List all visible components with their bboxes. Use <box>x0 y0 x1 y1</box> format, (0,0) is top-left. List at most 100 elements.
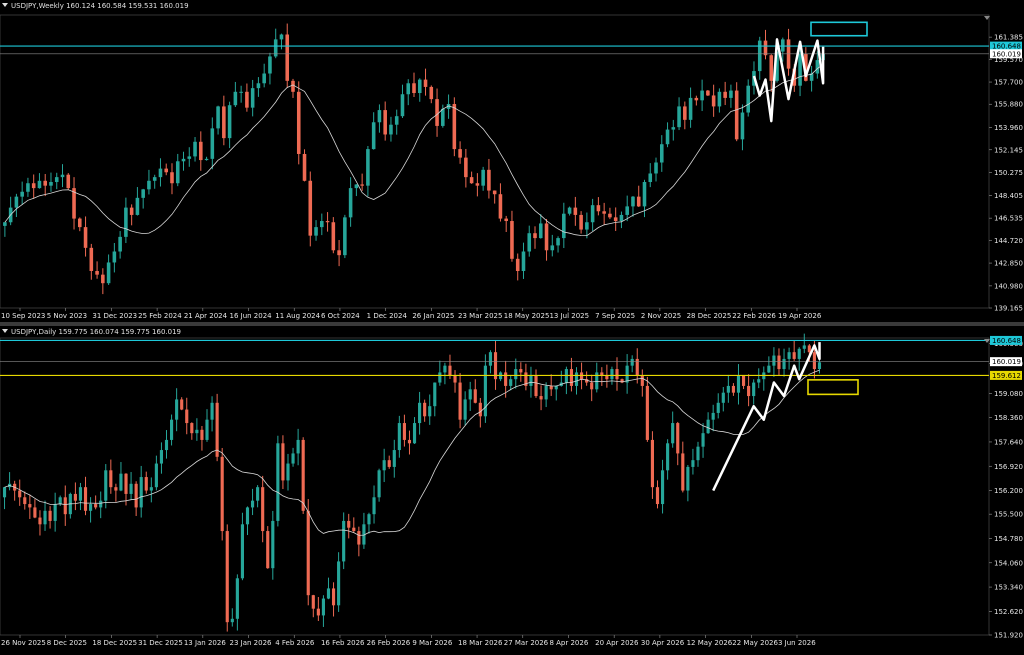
candle-body <box>711 95 716 107</box>
candle-body <box>769 55 774 81</box>
candle-body <box>389 124 393 135</box>
candle-body <box>423 79 428 87</box>
candle-body <box>337 561 341 606</box>
candle-body <box>301 439 305 511</box>
time-tick-label: 20 Apr 2026 <box>595 639 639 647</box>
candle-body <box>169 419 174 440</box>
candle-body <box>38 517 42 525</box>
support-price-tag-label: 159.612 <box>992 372 1021 380</box>
candle-body <box>144 477 148 491</box>
candle-body <box>717 91 722 107</box>
candle-body <box>464 157 468 178</box>
candle-body <box>227 105 232 139</box>
candle-body <box>443 365 447 373</box>
candle-body <box>802 345 806 349</box>
candle-body <box>205 419 209 440</box>
candle-body <box>412 423 417 444</box>
candle-body <box>316 608 320 616</box>
time-tick-label: 19 Apr 2026 <box>778 312 822 320</box>
candle-body <box>106 262 111 284</box>
candle-body <box>337 250 341 256</box>
candle-body <box>417 79 422 94</box>
weekly-chart-pane[interactable]: 161.385 159.570 157.700 155.880 153.960 152.1… <box>0 0 1024 322</box>
candle-body <box>696 446 700 461</box>
zigzag-pattern-drawing <box>712 342 821 492</box>
candle-body <box>37 180 42 189</box>
candle-body <box>590 205 595 223</box>
candle-body <box>326 588 331 599</box>
candle-body <box>193 141 197 157</box>
candle-body <box>797 348 801 359</box>
price-tick-label: 139.165 <box>994 305 1023 313</box>
candle-body <box>94 504 98 508</box>
candle-body <box>509 379 513 386</box>
daily-chart-canvas[interactable]: 160.560159.970159.080158.360157.640156.9… <box>0 326 1024 655</box>
price-tick-label: 154.060 <box>994 559 1023 567</box>
candle-body <box>73 493 77 501</box>
candle-body <box>195 429 199 434</box>
candle-body <box>435 99 439 126</box>
candle-body <box>366 149 370 186</box>
candle-body <box>95 271 99 275</box>
candle-body <box>529 375 533 386</box>
candle-body <box>23 497 27 505</box>
plot-frame <box>0 14 990 309</box>
candle-body <box>14 196 19 208</box>
time-tick-label: 13 Jan 2026 <box>184 639 227 647</box>
candle-body <box>216 106 220 129</box>
candle-body <box>630 358 634 366</box>
candle-body <box>504 372 508 386</box>
candle-body <box>371 122 376 150</box>
candle-body <box>747 385 751 397</box>
candle-body <box>101 274 105 284</box>
candle-body <box>539 396 543 400</box>
candle-body <box>792 352 796 359</box>
candle-body <box>139 477 143 508</box>
candle-body <box>291 80 295 92</box>
candle-body <box>686 466 690 491</box>
candle-body <box>276 443 280 521</box>
candle-body <box>736 375 741 393</box>
candle-body <box>354 184 359 189</box>
candle-body <box>716 402 720 413</box>
daily-chart-pane[interactable]: 160.560159.970159.080158.360157.640156.9… <box>0 326 1024 655</box>
current-price-tag-label: 160.019 <box>992 358 1021 366</box>
candle-body <box>438 372 442 383</box>
candle-body <box>556 238 560 246</box>
candle-body <box>487 169 491 191</box>
time-tick-label: 27 Mar 2026 <box>504 639 549 647</box>
candle-body <box>631 196 635 207</box>
candle-body <box>250 88 255 108</box>
candle-body <box>481 169 485 186</box>
candle-body <box>700 90 704 101</box>
candle-body <box>83 227 88 248</box>
candle-body <box>602 211 606 214</box>
candle-body <box>331 588 336 606</box>
candle-body <box>772 355 776 366</box>
candle-body <box>320 221 324 228</box>
candle-body <box>407 439 412 444</box>
candle-body <box>515 258 520 272</box>
candle-body <box>729 90 733 98</box>
candle-body <box>357 531 361 545</box>
candle-body <box>562 213 566 239</box>
candle-body <box>521 251 526 272</box>
weekly-chart-canvas[interactable]: 161.385159.570157.700155.880153.960152.1… <box>0 0 1024 322</box>
time-tick-label: 4 Feb 2026 <box>275 639 315 647</box>
weekly-chart-title: USDJPY,Weekly 160.124 160.584 159.531 16… <box>2 2 189 10</box>
candle-body <box>701 433 705 447</box>
candle-body <box>665 129 670 145</box>
candle-body <box>550 245 555 251</box>
candle-body <box>33 507 37 518</box>
candle-body <box>498 194 503 219</box>
candle-body <box>574 372 579 386</box>
time-tick-label: 8 Apr 2026 <box>549 639 588 647</box>
candle-body <box>812 352 816 370</box>
candle-body <box>135 197 140 215</box>
candle-body <box>99 500 103 508</box>
candle-body <box>428 406 432 417</box>
candle-body <box>185 409 189 424</box>
candle-body <box>569 369 574 386</box>
candle-body <box>650 439 655 488</box>
candle-body <box>488 352 493 366</box>
